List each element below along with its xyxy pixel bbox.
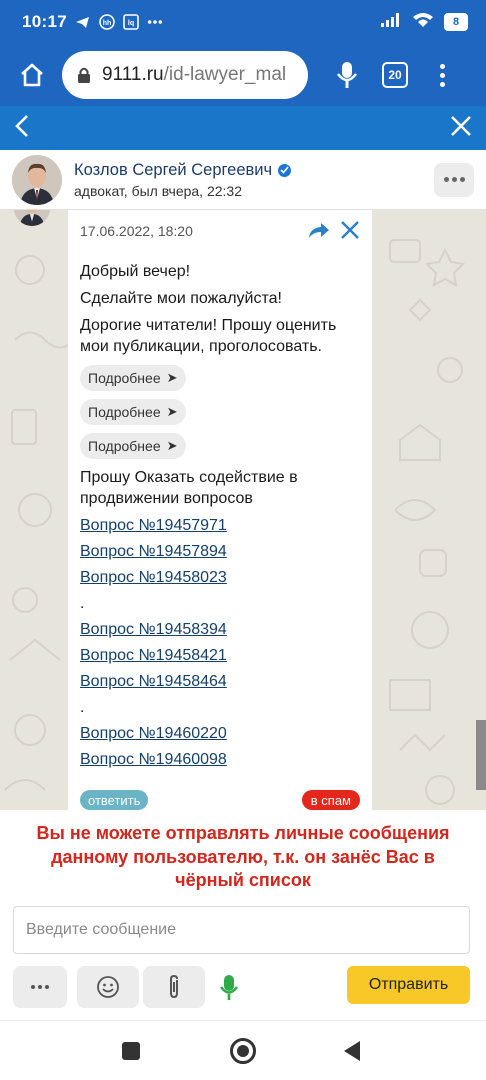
url-host: 9111.ru [102,64,164,85]
battery-indicator: 8 [444,13,468,31]
chat-area: 17.06.2022, 18:20 Добрый вечер! Сделайте… [0,210,486,810]
url-path: /id-lawyer_mal [163,64,287,85]
question-link[interactable]: Вопрос №19460220 [80,721,360,747]
message-text: Сделайте мои пожалуйста! [80,290,282,307]
recents-icon[interactable] [122,1042,140,1060]
smile-icon [97,976,119,998]
svg-text:lq: lq [128,20,134,27]
voice-search-button[interactable] [332,55,362,95]
mic-icon [220,975,238,1000]
home-icon [21,63,43,87]
verified-icon [278,163,292,177]
notification-icons: hh lq [75,14,163,30]
contact-name[interactable]: Козлов Сергей Сергеевич [74,161,272,180]
hh-icon: hh [99,14,115,30]
separator-dot: . [80,699,85,716]
separator-dot: . [80,595,85,612]
system-nav-bar [0,1020,486,1080]
lock-icon [78,67,90,83]
telegram-icon [75,14,91,30]
delete-message-icon[interactable] [340,220,360,243]
message-text: Дорогие читатели! Прошу оценить мои публ… [80,317,337,355]
blocked-notice: Вы не можете отправлять личные сообщения… [36,823,450,890]
more-button[interactable]: Подробнее ➤ [80,433,186,459]
reply-button[interactable]: ответить [80,790,149,810]
message-text: Добрый вечер! [80,263,191,280]
more-row: Подробнее ➤ [80,365,360,391]
home-circle-icon[interactable] [230,1038,256,1064]
question-link[interactable]: Вопрос №19458394 [80,617,360,643]
back-arrow-icon[interactable] [14,114,30,143]
arrow-right-icon: ➤ [166,404,178,419]
site-nav [0,106,486,150]
question-link[interactable]: Вопрос №19458421 [80,643,360,669]
browser-toolbar: 9111.ru/id-lawyer_mal 20 [0,44,486,106]
question-link[interactable]: Вопрос №19457971 [80,513,360,539]
attach-button[interactable] [143,966,205,1008]
chat-options-button[interactable] [434,162,474,197]
lq-icon: lq [123,14,139,30]
question-link[interactable]: Вопрос №19460098 [80,747,360,773]
message-text: Прошу Оказать содействие в продвижении в… [80,469,298,507]
status-time: 10:17 [22,12,67,31]
more-row: Подробнее ➤ [80,433,360,459]
mic-icon [337,62,357,88]
home-button[interactable] [12,55,52,95]
wifi-icon [412,12,434,33]
message-input[interactable] [13,906,470,954]
chat-header: Козлов Сергей Сергеевич адвокат, был вче… [0,150,486,210]
report-spam-button[interactable]: в спам [301,790,360,810]
more-button[interactable]: Подробнее ➤ [80,365,186,391]
question-link[interactable]: Вопрос №19457894 [80,539,360,565]
arrow-right-icon: ➤ [166,438,178,453]
compose-toolbar: Отправить [13,966,470,1010]
contact-status: адвокат, был вчера, 22:32 [74,182,242,199]
voice-message-button[interactable] [209,970,249,1006]
question-link[interactable]: Вопрос №19458023 [80,565,360,591]
arrow-right-icon: ➤ [166,370,178,385]
avatar[interactable] [12,154,62,205]
question-link[interactable]: Вопрос №19458464 [80,669,360,695]
more-button-label: Подробнее [88,404,161,420]
more-row: Подробнее ➤ [80,399,360,425]
url-bar[interactable]: 9111.ru/id-lawyer_mal [62,51,308,99]
more-dots-icon [147,14,163,30]
message-date: 17.06.2022, 18:20 [80,223,193,239]
send-button[interactable]: Отправить [347,966,470,1004]
status-bar: 10:17 hh lq 8 [0,0,486,44]
more-button-label: Подробнее [88,438,161,454]
paperclip-icon [170,974,178,999]
scrollbar-thumb[interactable] [476,720,486,790]
signal-icon [380,12,402,33]
message-bubble: 17.06.2022, 18:20 Добрый вечер! Сделайте… [68,210,372,810]
back-triangle-icon[interactable] [344,1041,360,1061]
close-icon[interactable] [450,115,472,142]
more-button-label: Подробнее [88,370,161,386]
more-button[interactable]: Подробнее ➤ [80,399,186,425]
emoji-button[interactable] [77,966,139,1008]
svg-text:hh: hh [103,20,112,27]
tab-switcher-button[interactable]: 20 [382,62,408,88]
forward-icon[interactable] [308,221,330,242]
browser-menu-button[interactable] [432,55,452,95]
more-actions-button[interactable] [13,966,67,1008]
